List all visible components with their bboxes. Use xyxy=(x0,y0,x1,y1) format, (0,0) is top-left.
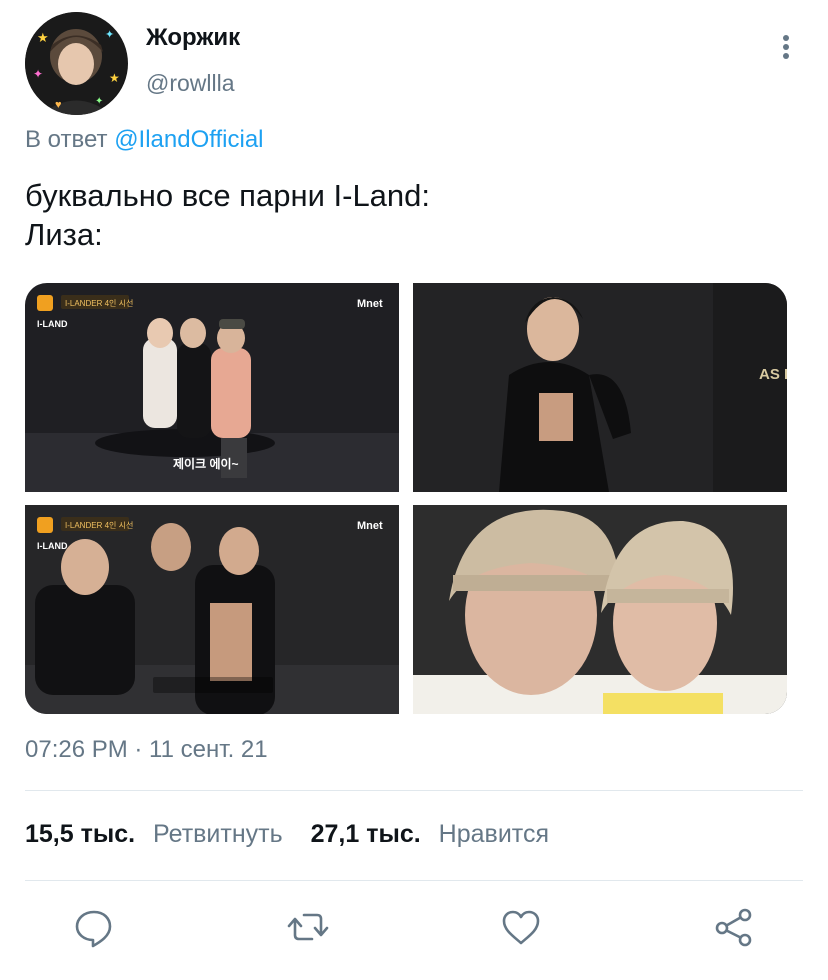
photo-subtitle: 제이크 에이~ xyxy=(173,456,239,471)
svg-text:✦: ✦ xyxy=(105,29,114,41)
retweet-button[interactable] xyxy=(286,905,330,949)
author-display-name[interactable]: Жоржик xyxy=(146,24,240,52)
share-nodes-icon xyxy=(715,908,752,947)
reply-button[interactable] xyxy=(72,905,116,949)
like-button[interactable] xyxy=(499,905,543,949)
retweet-arrows-icon xyxy=(287,913,329,941)
author-avatar[interactable]: ★ ✦ ✦ ★ ♥ ✦ xyxy=(25,12,128,115)
svg-text:♥: ♥ xyxy=(55,99,62,111)
photo-logo: I-LAND xyxy=(37,319,68,329)
more-options-button[interactable] xyxy=(776,32,796,62)
retweets-label[interactable]: Ретвитнуть xyxy=(153,820,283,849)
svg-text:AS B: AS B xyxy=(759,366,787,383)
divider xyxy=(25,790,803,791)
tweet-line: буквально все парни I-Land: xyxy=(25,178,431,213)
svg-text:✦: ✦ xyxy=(95,96,103,107)
media-photo-2[interactable]: AS B xyxy=(413,283,787,492)
svg-text:✦: ✦ xyxy=(33,67,43,81)
media-grid: I-LAND I-LANDER 4인 시선 Mnet 제이크 에이~ AS B xyxy=(25,283,787,714)
photo-overlay-title: I-LANDER 4인 시선 xyxy=(65,298,133,308)
reply-mention-link[interactable]: @IlandOfficial xyxy=(114,126,263,153)
share-button[interactable] xyxy=(712,905,756,949)
heart-icon xyxy=(502,910,540,945)
photo-network-logo: Mnet xyxy=(357,298,383,310)
tweet-line: Лиза: xyxy=(25,217,103,252)
svg-text:★: ★ xyxy=(109,71,120,85)
likes-label[interactable]: Нравится xyxy=(439,820,549,849)
media-photo-4[interactable] xyxy=(413,505,787,714)
likes-count[interactable]: 27,1 тыс. xyxy=(311,820,421,849)
tweet-text: буквально все парни I-Land: Лиза: xyxy=(25,176,430,254)
tweet-timestamp[interactable]: 07:26 PM · 11 сент. 21 xyxy=(25,736,268,764)
photo-network-logo: Mnet xyxy=(357,520,383,532)
media-photo-3[interactable]: I-LAND I-LANDER 4인 시선 Mnet xyxy=(25,505,399,714)
vertical-dots-icon xyxy=(783,35,789,41)
speech-bubble-icon xyxy=(75,910,112,948)
retweets-count[interactable]: 15,5 тыс. xyxy=(25,820,135,849)
author-handle[interactable]: @rowllla xyxy=(146,70,235,97)
photo-overlay-title: I-LANDER 4인 시선 xyxy=(65,520,133,530)
action-bar xyxy=(0,905,828,955)
reply-prefix: В ответ xyxy=(25,126,108,153)
reply-context: В ответ @IlandOfficial xyxy=(25,126,264,154)
media-photo-1[interactable]: I-LAND I-LANDER 4인 시선 Mnet 제이크 에이~ xyxy=(25,283,399,492)
engagement-stats: 15,5 тыс. Ретвитнуть 27,1 тыс. Нравится xyxy=(25,820,577,849)
divider xyxy=(25,880,803,881)
svg-text:★: ★ xyxy=(37,30,49,45)
photo-logo: I-LAND xyxy=(37,541,68,551)
